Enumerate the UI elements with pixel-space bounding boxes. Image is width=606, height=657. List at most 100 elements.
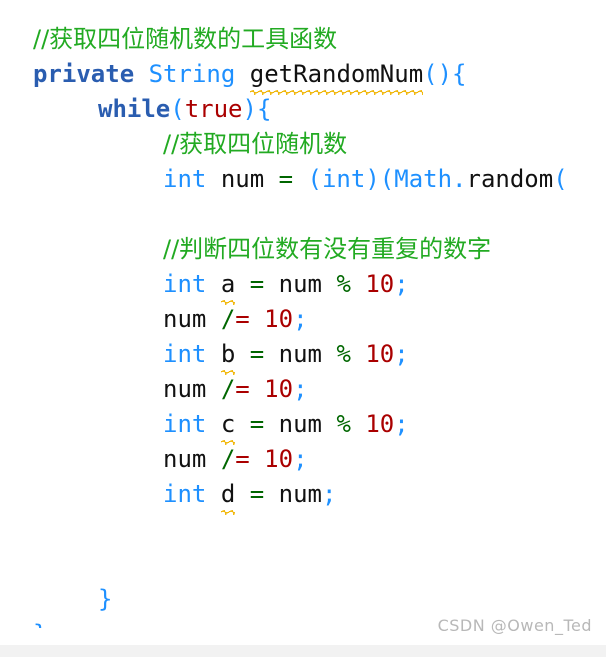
- code-token-literal: =: [235, 445, 250, 473]
- code-token-punct: ;: [293, 305, 308, 333]
- bottom-strip: [0, 645, 606, 657]
- code-line: int d = num;: [0, 477, 606, 515]
- code-line: num /= 10;: [0, 442, 606, 477]
- code-line: int num = (int)(Math.random(: [0, 162, 606, 197]
- code-token-comment: //判断四位数有没有重复的数字: [163, 235, 492, 263]
- code-token-literal: 10: [264, 445, 294, 473]
- code-token-punct: ;: [293, 445, 308, 473]
- code-token-punct: ;: [394, 410, 409, 438]
- code-token-operator: %: [336, 410, 351, 438]
- code-token-literal: 10: [264, 305, 294, 333]
- code-token-type: int: [163, 165, 207, 193]
- code-token-punct: ;: [394, 270, 409, 298]
- code-token-type: int: [163, 410, 207, 438]
- code-token-literal: 10: [365, 410, 395, 438]
- code-token-punct: (: [553, 165, 568, 193]
- code-line: int c = num % 10;: [0, 407, 606, 445]
- code-token-ident: num: [220, 165, 265, 193]
- code-token-operator: /: [220, 375, 236, 403]
- code-token-literal: =: [235, 375, 250, 403]
- code-token-operator: =: [249, 410, 265, 438]
- code-token-warn: b: [220, 337, 236, 375]
- code-token-operator: =: [278, 165, 294, 193]
- code-token-warn: c: [220, 407, 236, 445]
- code-token-punct: ){: [242, 95, 272, 123]
- code-token-literal: =: [235, 305, 250, 333]
- code-line: //获取四位随机数: [0, 127, 606, 162]
- code-token-comment: //获取四位随机数: [163, 130, 348, 158]
- code-token-ident: random: [466, 165, 554, 193]
- csdn-watermark: CSDN @Owen_Ted: [437, 616, 592, 635]
- code-line: int b = num % 10;: [0, 337, 606, 375]
- code-token-punct: (: [170, 95, 185, 123]
- code-token-type: String: [148, 60, 236, 88]
- code-token-type: int: [163, 340, 207, 368]
- code-token-warn: d: [220, 477, 236, 515]
- code-token-punct: (: [307, 165, 322, 193]
- code-token-operator: /: [220, 445, 236, 473]
- code-token-ident: num: [278, 270, 322, 298]
- code-token-type: int: [163, 480, 207, 508]
- code-token-type: int: [321, 165, 366, 193]
- code-token-keyword: private: [33, 60, 135, 88]
- code-token-literal: true: [184, 95, 243, 123]
- code-token-punct: ;: [394, 340, 409, 368]
- code-token-literal: 10: [365, 340, 395, 368]
- code-token-punct: ;: [293, 375, 308, 403]
- code-token-operator: /: [220, 305, 236, 333]
- code-token-punct: (){: [423, 60, 467, 88]
- code-token-ident: num: [163, 305, 207, 333]
- code-token-ident: num: [278, 410, 322, 438]
- code-token-operator: %: [336, 340, 351, 368]
- code-token-punct: .: [452, 165, 467, 193]
- code-token-operator: %: [336, 270, 351, 298]
- code-line: while(true){: [0, 92, 606, 127]
- code-token-punct: )(: [365, 165, 395, 193]
- code-token-operator: =: [249, 270, 265, 298]
- code-token-operator: =: [249, 340, 265, 368]
- code-token-punct: }: [98, 585, 113, 613]
- code-token-punct: }: [33, 620, 47, 628]
- code-token-ident: num: [163, 445, 207, 473]
- code-token-literal: 10: [365, 270, 395, 298]
- code-token-warn: getRandomNum: [249, 57, 424, 95]
- code-line: //判断四位数有没有重复的数字: [0, 232, 606, 267]
- code-block[interactable]: //获取四位随机数的工具函数 private String getRandomNu…: [0, 0, 606, 628]
- code-token-ident: num: [278, 340, 322, 368]
- code-line: private String getRandomNum(){: [0, 57, 606, 95]
- code-token-warn: a: [220, 267, 236, 305]
- code-token-type: Math: [394, 165, 453, 193]
- code-token-literal: 10: [264, 375, 294, 403]
- code-token-ident: num: [278, 480, 322, 508]
- code-line: //获取四位随机数的工具函数: [0, 22, 606, 57]
- code-token-operator: =: [249, 480, 265, 508]
- code-token-ident: num: [163, 375, 207, 403]
- code-line: num /= 10;: [0, 302, 606, 337]
